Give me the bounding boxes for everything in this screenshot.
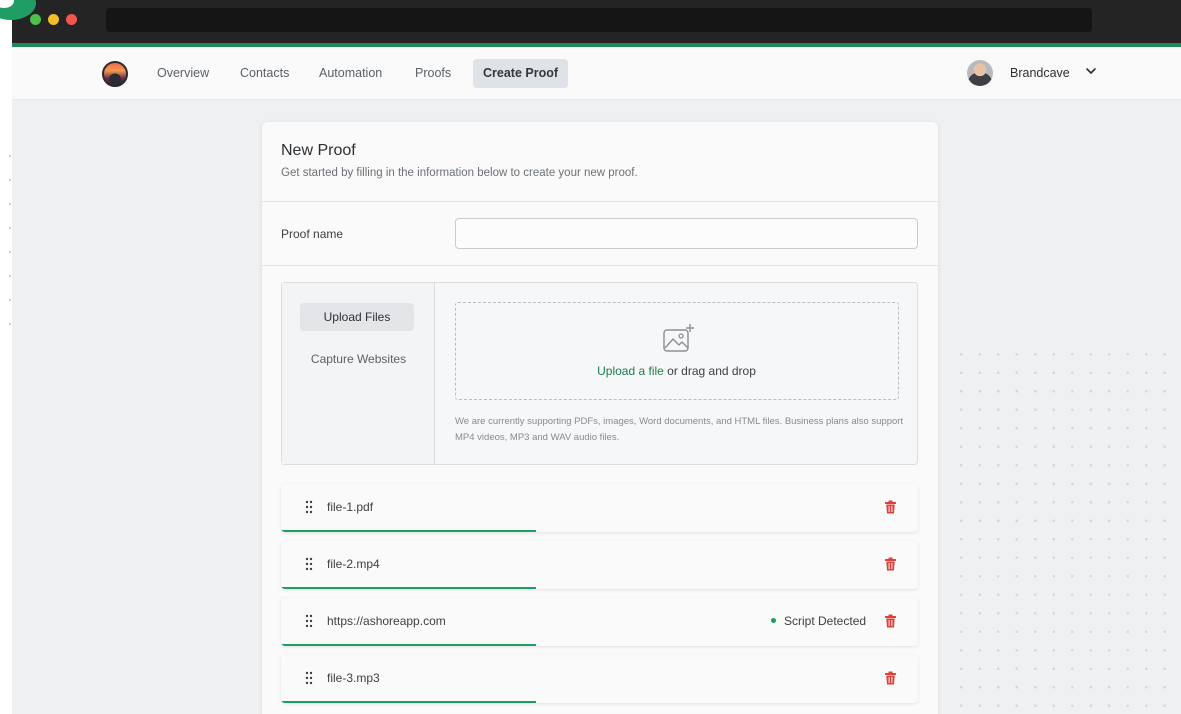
drag-handle-icon[interactable] <box>305 557 313 571</box>
tab-capture-websites[interactable]: Capture Websites <box>282 352 435 366</box>
file-row: https://ashoreapp.com Script Detected <box>281 598 918 646</box>
left-strip <box>0 44 12 714</box>
status-dot <box>771 618 776 624</box>
drag-handle-icon[interactable] <box>305 500 313 514</box>
trash-icon[interactable] <box>884 500 897 514</box>
nav-item-create-proof[interactable]: Create Proof <box>473 59 569 88</box>
drag-handle-icon[interactable] <box>305 671 313 685</box>
nav-item-proofs[interactable]: Proofs <box>405 59 461 88</box>
nav-item-contacts[interactable]: Contacts <box>230 59 299 88</box>
upload-progress-fill <box>281 701 536 703</box>
file-row: file-3.mp3 <box>281 655 918 703</box>
dot-pattern <box>952 345 1181 714</box>
trash-icon[interactable] <box>884 614 897 628</box>
upload-source-tabs: Upload Files Capture Websites <box>282 283 435 464</box>
window-close-button[interactable] <box>66 14 77 25</box>
trash-icon[interactable] <box>884 671 897 685</box>
upload-progress-fill <box>281 530 536 532</box>
address-bar[interactable] <box>106 8 1092 32</box>
upload-progress-fill <box>281 644 536 646</box>
page-title: New Proof <box>281 142 356 159</box>
upload-file-link[interactable]: Upload a file <box>597 364 664 378</box>
app-window: Overview Contacts Automation Proofs Crea… <box>12 47 1181 714</box>
tab-upload-files[interactable]: Upload Files <box>300 303 414 331</box>
image-plus-icon <box>663 324 694 352</box>
nav-item-overview[interactable]: Overview <box>147 59 219 88</box>
file-row: file-2.mp4 <box>281 541 918 589</box>
upload-progress <box>281 644 918 646</box>
upload-progress <box>281 530 918 532</box>
support-note: We are currently supporting PDFs, images… <box>455 416 904 443</box>
upload-panel: Upload Files Capture Websites Upload a f… <box>281 282 918 465</box>
nav-item-automation[interactable]: Automation <box>309 59 392 88</box>
user-name[interactable]: Brandcave <box>1010 66 1070 80</box>
drag-drop-text: or drag and drop <box>663 364 756 378</box>
app-logo[interactable] <box>102 61 128 87</box>
status-badge: Script Detected <box>771 614 866 628</box>
drag-handle-icon[interactable] <box>305 614 313 628</box>
status-text: Script Detected <box>784 614 867 628</box>
proof-name-input[interactable] <box>455 218 918 249</box>
window-minimize-button[interactable] <box>48 14 59 25</box>
new-proof-card: New Proof Get started by filling in the … <box>262 122 938 714</box>
proof-name-label: Proof name <box>281 227 344 241</box>
top-nav: Overview Contacts Automation Proofs Crea… <box>12 47 1181 100</box>
upload-progress-fill <box>281 587 536 589</box>
file-name: file-1.pdf <box>327 500 374 514</box>
divider <box>262 201 938 202</box>
file-name: file-2.mp4 <box>327 557 380 571</box>
window-maximize-button[interactable] <box>30 14 41 25</box>
file-name: https://ashoreapp.com <box>327 614 446 628</box>
upload-progress <box>281 701 918 703</box>
file-dropzone[interactable]: Upload a file or drag and drop <box>455 302 899 400</box>
file-row: file-1.pdf <box>281 484 918 532</box>
upload-progress <box>281 587 918 589</box>
trash-icon[interactable] <box>884 557 897 571</box>
chevron-down-icon[interactable] <box>1085 65 1097 77</box>
file-name: file-3.mp3 <box>327 671 380 685</box>
page-subtitle: Get started by filling in the informatio… <box>281 167 638 179</box>
divider <box>262 265 938 266</box>
dropzone-text: Upload a file or drag and drop <box>456 364 897 378</box>
avatar[interactable] <box>967 60 993 86</box>
